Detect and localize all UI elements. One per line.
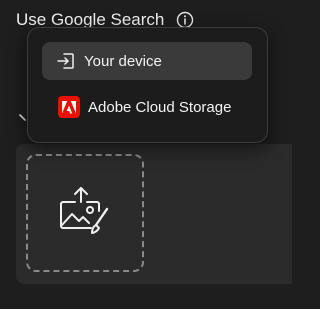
menu-item-label: Your device <box>84 52 162 70</box>
menu-item-your-device[interactable]: Your device <box>42 42 252 80</box>
menu-item-adobe-cloud-storage[interactable]: Adobe Cloud Storage <box>42 88 252 126</box>
menu-item-label: Adobe Cloud Storage <box>88 98 232 116</box>
sign-in-icon <box>56 51 76 71</box>
upload-dropzone[interactable] <box>26 154 144 272</box>
adobe-logo-icon <box>58 96 80 118</box>
app-root: Use Google Search Your device Adobe Clou… <box>0 0 292 309</box>
upload-image-edit-icon <box>57 185 113 242</box>
upload-source-menu: Your device Adobe Cloud Storage <box>27 27 268 143</box>
